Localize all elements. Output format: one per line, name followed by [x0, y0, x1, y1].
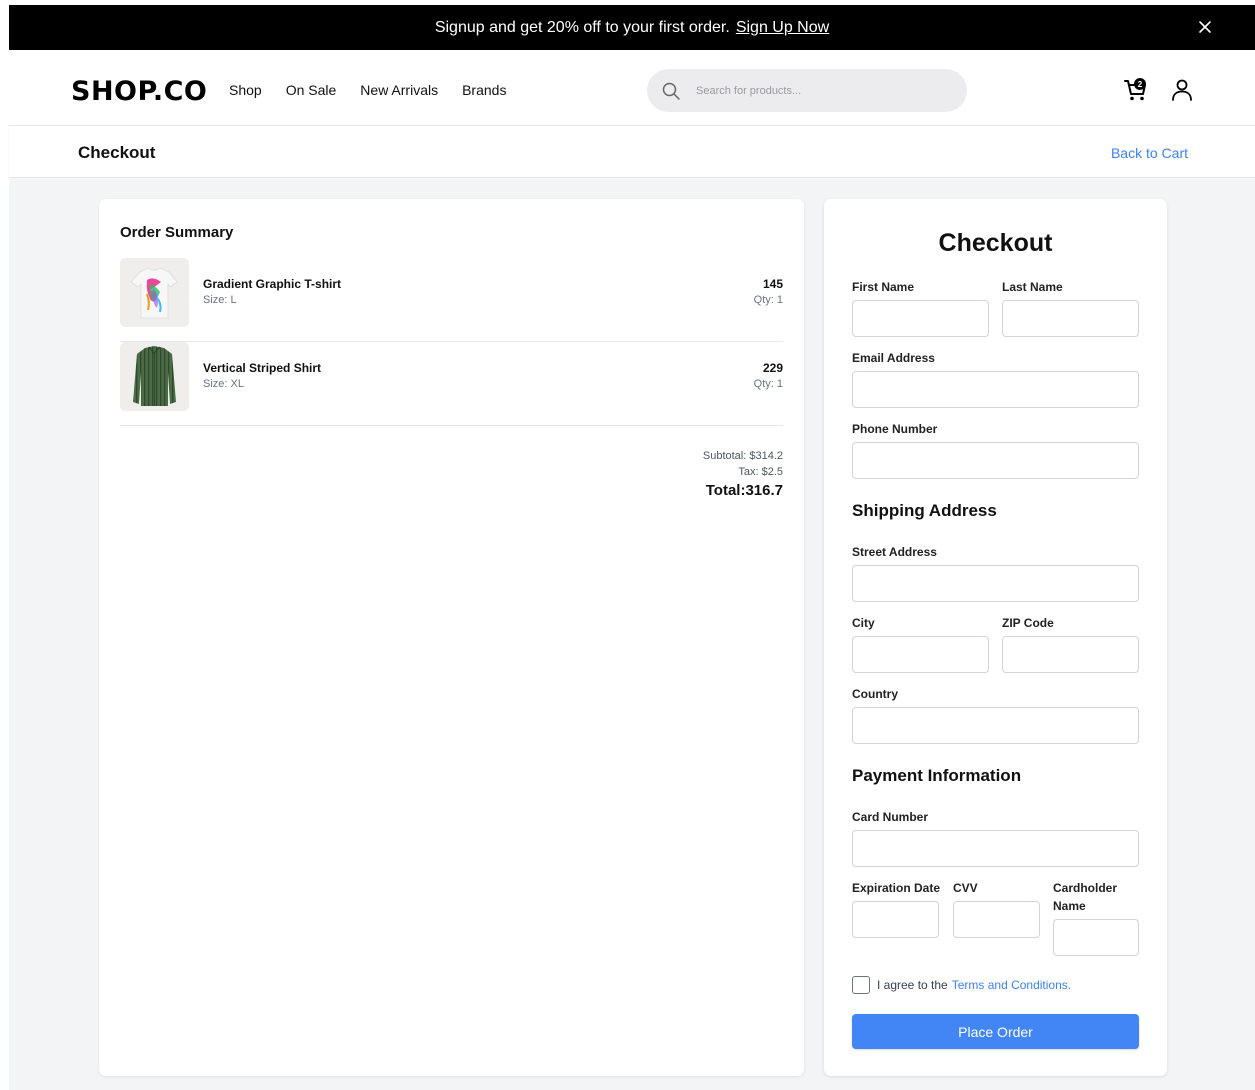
street-label: Street Address: [852, 545, 937, 559]
cvv-label: CVV: [953, 881, 978, 895]
item-name: Vertical Striped Shirt: [203, 361, 322, 375]
order-totals: Subtotal: $314.2 Tax: $2.5 Total:316.7: [703, 448, 783, 499]
account-button[interactable]: [1169, 77, 1195, 103]
phone-field[interactable]: [852, 442, 1139, 479]
promo-bar: Signup and get 20% off to your first ord…: [9, 5, 1255, 50]
order-total: Total:316.7: [705, 482, 783, 499]
place-order-button[interactable]: Place Order: [852, 1014, 1139, 1049]
search-icon: [662, 82, 680, 100]
checkout-form-title: Checkout: [938, 229, 1053, 257]
first-name-field[interactable]: [852, 300, 989, 337]
cardholder-label: Cardholder Name: [1053, 881, 1118, 913]
back-to-cart-link[interactable]: Back to Cart: [1111, 145, 1188, 161]
terms-checkbox[interactable]: [852, 976, 870, 994]
item-qty: Qty: 1: [753, 378, 783, 390]
terms-link[interactable]: Terms and Conditions.: [952, 978, 1071, 992]
card-number-field[interactable]: [852, 830, 1139, 867]
tax: Tax: $2.5: [738, 466, 783, 478]
tshirt-image: [120, 258, 189, 327]
subtotal: Subtotal: $314.2: [702, 450, 783, 462]
close-icon[interactable]: [1195, 17, 1215, 37]
zip-field[interactable]: [1002, 636, 1139, 673]
expiration-field[interactable]: [852, 901, 939, 938]
phone-label: Phone Number: [852, 422, 938, 436]
promo-text: Signup and get 20% off to your first ord…: [434, 18, 730, 36]
item-price: 145: [762, 277, 783, 291]
main-nav: Shop On Sale New Arrivals Brands: [229, 82, 506, 98]
nav-shop[interactable]: Shop: [229, 82, 262, 98]
city-label: City: [852, 616, 875, 630]
email-label: Email Address: [852, 351, 935, 365]
item-price: 229: [762, 361, 783, 375]
cardholder-field[interactable]: [1053, 919, 1139, 956]
country-field[interactable]: [852, 707, 1139, 744]
terms-text: I agree to the: [877, 978, 948, 992]
user-icon: [1172, 79, 1192, 101]
email-field[interactable]: [852, 371, 1139, 408]
city-field[interactable]: [852, 636, 989, 673]
logo[interactable]: SHOP.CO: [71, 76, 207, 107]
order-summary-card: Order Summary Gradient Graphic T-shirt S…: [99, 199, 804, 1076]
site-header: SHOP.CO Shop On Sale New Arrivals Brands…: [9, 50, 1255, 126]
list-item: Gradient Graphic T-shirt Size: L 145 Qty…: [120, 258, 783, 342]
first-name-label: First Name: [852, 280, 915, 294]
list-item: Vertical Striped Shirt Size: XL 229 Qty:…: [120, 342, 783, 426]
page-title-bar: Checkout Back to Cart: [9, 126, 1255, 178]
item-size: Size: L: [203, 294, 237, 306]
street-field[interactable]: [852, 565, 1139, 602]
item-name: Gradient Graphic T-shirt: [203, 277, 342, 291]
nav-new-arrivals[interactable]: New Arrivals: [360, 82, 438, 98]
cart-button[interactable]: 2: [1123, 77, 1149, 103]
signup-link[interactable]: Sign Up Now: [736, 19, 829, 37]
checkout-form-card: Checkout First Name Last Name Email Addr…: [824, 199, 1167, 1076]
card-number-label: Card Number: [852, 810, 929, 824]
page-title: Checkout: [78, 143, 156, 162]
search-input[interactable]: [696, 84, 936, 97]
country-label: Country: [852, 687, 898, 701]
main-content: Order Summary Gradient Graphic T-shirt S…: [9, 179, 1255, 1090]
nav-on-sale[interactable]: On Sale: [286, 82, 337, 98]
expiration-label: Expiration Date: [852, 881, 941, 895]
shipping-address-heading: Shipping Address: [852, 501, 997, 520]
order-summary-title: Order Summary: [120, 224, 234, 241]
zip-label: ZIP Code: [1002, 616, 1054, 630]
terms-agreement: I agree to the Terms and Conditions.: [852, 976, 1071, 994]
search-bar: [647, 69, 967, 112]
striped-shirt-image: [120, 342, 189, 411]
last-name-field[interactable]: [1002, 300, 1139, 337]
last-name-label: Last Name: [1002, 280, 1063, 294]
item-qty: Qty: 1: [753, 294, 783, 306]
item-size: Size: XL: [203, 378, 244, 390]
cart-count-badge: 2: [1134, 78, 1146, 90]
nav-brands[interactable]: Brands: [462, 82, 506, 98]
cvv-field[interactable]: [953, 901, 1040, 938]
payment-information-heading: Payment Information: [852, 766, 1022, 785]
